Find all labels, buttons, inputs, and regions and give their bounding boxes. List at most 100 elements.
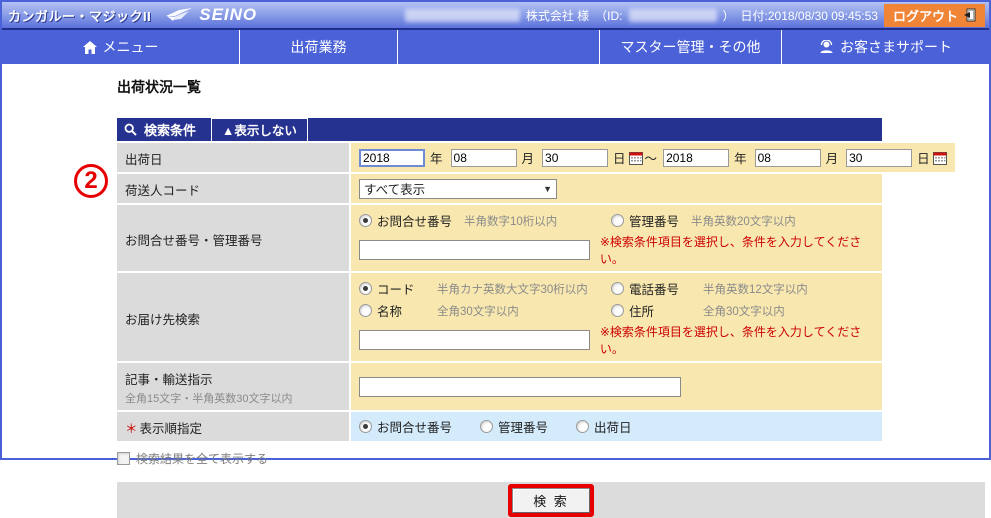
inquiry-option-group: お問合せ番号 半角数字10桁以内 <box>359 211 611 230</box>
shipper-code-selected: すべて表示 <box>364 183 426 197</box>
show-all-label: 検索結果を全て表示する <box>136 452 269 466</box>
search-icon <box>124 123 137 136</box>
annotation-number: 2 <box>84 167 98 194</box>
nav-menu[interactable]: メニュー <box>2 30 240 64</box>
home-icon <box>82 40 97 54</box>
nav-shipping[interactable]: 出荷業務 <box>240 30 398 64</box>
dest-name-hint: 全角30文字以内 <box>437 305 519 318</box>
dest-phone-label: 電話番号 <box>629 283 680 297</box>
row-display-order: ＊表示順指定 お問合せ番号 管理番号 出荷日 <box>117 410 882 441</box>
dest-code-group: コード 半角カナ英数大文字30桁以内 <box>359 279 611 298</box>
content: 2 出荷状況一覧 検索条件 ▲表示しない 出荷日 年 月 日 <box>2 64 989 518</box>
required-asterisk: ＊ <box>125 422 138 436</box>
nav-shipping-label: 出荷業務 <box>290 39 347 55</box>
destination-input[interactable] <box>359 330 590 350</box>
order-mgmt-group: 管理番号 <box>480 417 548 436</box>
top-header: カンガルー・マジックII SEINO 株式会社 様 （ID: ） 日付:2018… <box>2 2 989 28</box>
mgmt-number-label: 管理番号 <box>629 215 680 229</box>
order-label: 表示順指定 <box>139 422 203 436</box>
dest-name-label: 名称 <box>377 305 403 319</box>
to-day-input[interactable] <box>846 148 913 167</box>
dest-name-group: 名称 全角30文字以内 <box>359 301 611 320</box>
company-suffix: 株式会社 様 <box>525 8 590 23</box>
dest-code-radio[interactable] <box>359 282 372 295</box>
annotation-red-box: 検 索 <box>508 483 594 517</box>
dest-phone-hint: 半角英数12文字以内 <box>703 283 808 296</box>
dest-code-label: コード <box>377 283 415 297</box>
inquiry-value: お問合せ番号 半角数字10桁以内 管理番号 半角英数20文字以内 ※検索条件項目… <box>349 205 882 271</box>
header-user-area: 株式会社 様 （ID: ） 日付:2018/08/30 09:45:53 ログア… <box>404 3 985 27</box>
order-inquiry-label: お問合せ番号 <box>377 421 453 435</box>
search-button[interactable]: 検 索 <box>512 487 590 513</box>
unit-year: 年 <box>430 152 443 166</box>
to-month-input[interactable] <box>754 148 821 167</box>
show-all-checkbox[interactable] <box>117 452 130 465</box>
dest-address-hint: 全角30文字以内 <box>703 305 785 318</box>
hide-panel-button[interactable]: ▲表示しない <box>211 117 308 142</box>
logout-button[interactable]: ログアウト <box>883 3 985 27</box>
inquiry-number-hint: 半角数字10桁以内 <box>464 215 558 228</box>
shipper-code-select[interactable]: すべて表示 ▼ <box>359 178 557 199</box>
dest-name-radio[interactable] <box>359 304 372 317</box>
order-label-cell: ＊表示順指定 <box>117 412 349 441</box>
row-destination-search: お届け先検索 コード 半角カナ英数大文字30桁以内 電話番号 半角英数12文字以… <box>117 271 882 361</box>
dest-address-radio[interactable] <box>611 304 624 317</box>
order-inquiry-radio[interactable] <box>359 420 372 433</box>
from-year-input[interactable] <box>359 148 425 167</box>
order-shipdate-group: 出荷日 <box>576 417 632 436</box>
ship-date-label: 出荷日 <box>117 143 349 172</box>
from-day-input[interactable] <box>542 148 609 167</box>
article-label: 記事・輸送指示 <box>125 373 213 387</box>
mgmt-option-group: 管理番号 半角英数20文字以内 <box>611 211 796 230</box>
ship-date-value: 年 月 日 ～ 年 <box>349 143 955 172</box>
unit-day: 日 <box>613 152 626 166</box>
footer-bar: 検 索 <box>117 482 985 518</box>
from-month-input[interactable] <box>450 148 517 167</box>
id-open: （ID: <box>595 8 623 23</box>
order-inquiry-group: お問合せ番号 <box>359 417 452 436</box>
main-nav: メニュー 出荷業務 マスター管理・その他 お客さまサポート <box>2 28 989 64</box>
shipper-code-value: すべて表示 ▼ <box>349 174 882 203</box>
search-conditions-label: 検索条件 <box>144 123 197 138</box>
page-title: 出荷状況一覧 <box>117 79 201 95</box>
article-label-cell: 記事・輸送指示 全角15文字・半角英数30文字以内 <box>117 363 349 410</box>
mgmt-number-radio[interactable] <box>611 214 624 227</box>
row-ship-date: 出荷日 年 月 日 ～ <box>117 141 955 172</box>
inquiry-number-radio[interactable] <box>359 214 372 227</box>
destination-label: お届け先検索 <box>117 273 349 361</box>
order-shipdate-radio[interactable] <box>576 420 590 433</box>
row-shipper-code: 荷送人コード すべて表示 ▼ <box>117 172 882 203</box>
row-article: 記事・輸送指示 全角15文字・半角英数30文字以内 <box>117 361 882 410</box>
article-input[interactable] <box>359 376 681 397</box>
nav-support-label: お客さまサポート <box>840 39 952 55</box>
nav-support[interactable]: お客さまサポート <box>782 30 989 64</box>
order-mgmt-radio[interactable] <box>480 420 494 433</box>
to-year-input[interactable] <box>663 148 730 167</box>
redacted-user-id <box>628 8 717 22</box>
calendar-icon-to[interactable] <box>932 151 947 165</box>
unit-month: 月 <box>521 152 535 166</box>
date-range-tilde: ～ <box>644 152 658 166</box>
unit-month-2: 月 <box>825 152 839 166</box>
dest-address-group: 住所 全角30文字以内 <box>611 301 785 320</box>
brand-name: SEINO <box>199 5 258 24</box>
inquiry-note: ※検索条件項目を選択し、条件を入力してください。 <box>599 235 862 266</box>
search-panel-header: 検索条件 ▲表示しない <box>117 117 882 142</box>
app-title: カンガルー・マジックII <box>8 8 152 24</box>
dest-phone-radio[interactable] <box>611 282 624 295</box>
dest-code-hint: 半角カナ英数大文字30桁以内 <box>437 283 588 296</box>
inquiry-number-input[interactable] <box>359 240 590 260</box>
nav-menu-label: メニュー <box>102 39 159 55</box>
select-caret-icon: ▼ <box>543 183 552 194</box>
dest-phone-group: 電話番号 半角英数12文字以内 <box>611 279 808 298</box>
order-mgmt-label: 管理番号 <box>498 421 549 435</box>
nav-master[interactable]: マスター管理・その他 <box>599 30 782 64</box>
person-support-icon <box>819 39 834 55</box>
calendar-icon-from[interactable] <box>628 151 643 165</box>
seino-logo: SEINO <box>165 5 257 25</box>
destination-value: コード 半角カナ英数大文字30桁以内 電話番号 半角英数12文字以内 名称 全角… <box>349 273 882 361</box>
nav-master-label: マスター管理・その他 <box>620 39 761 55</box>
page-root: { "header": { "app_title": "カンガルー・マジックII… <box>0 0 991 518</box>
redacted-company-name <box>404 8 520 22</box>
